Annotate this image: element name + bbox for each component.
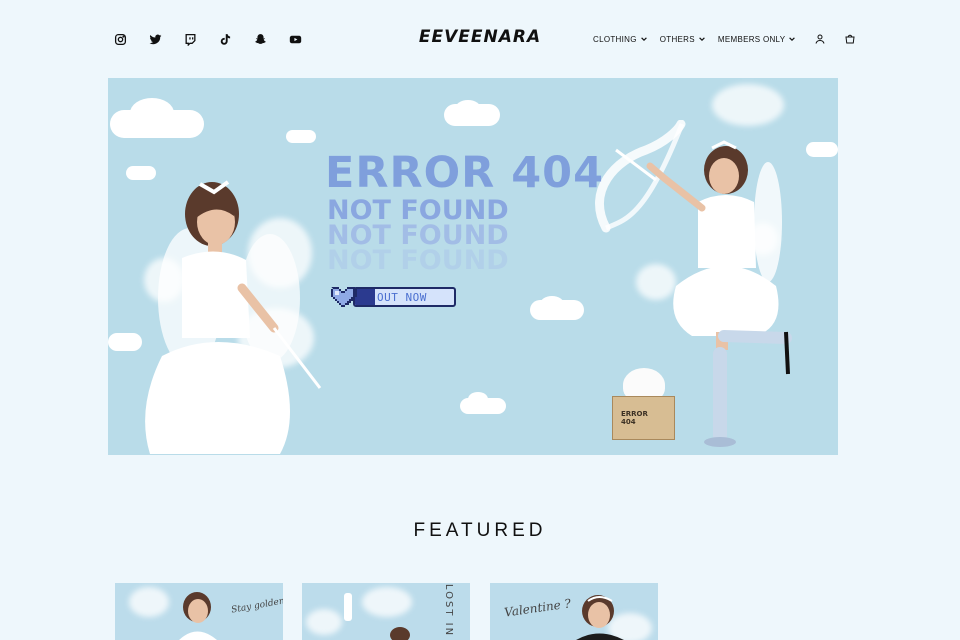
model-left-illustration [145, 180, 322, 454]
cloud-decoration [129, 587, 169, 617]
nav-members-only[interactable]: MEMBERS ONLY [718, 35, 796, 44]
cardboard-box: ERROR 404 [612, 396, 675, 440]
cloud-decoration [540, 296, 564, 312]
box-label-line-1: ERROR [621, 410, 648, 418]
nav-clothing[interactable]: CLOTHING [593, 35, 648, 44]
main-nav: CLOTHING OTHERS MEMBERS ONLY [593, 33, 868, 45]
chevron-down-icon [789, 37, 796, 42]
featured-card[interactable]: Stay golden [115, 583, 283, 640]
cta-progress-bar: OUT NOW [353, 287, 456, 307]
nav-others-label: OTHERS [659, 34, 695, 44]
model-thumbnail [344, 593, 410, 640]
cloud-decoration [286, 130, 316, 143]
card-caption: Valentine ? [503, 596, 572, 620]
model-thumbnail [576, 595, 624, 640]
cloud-decoration [306, 609, 342, 635]
box-label: ERROR 404 [621, 410, 648, 426]
box-label-line-2: 404 [621, 418, 636, 426]
out-now-button[interactable]: OUT NOW [327, 285, 457, 309]
cloud-decoration [806, 142, 838, 157]
site-header: EEVEENARA CLOTHING OTHERS MEMBERS ONLY [0, 0, 960, 78]
hero-title: ERROR 404 [325, 148, 604, 198]
nav-members-label: MEMBERS ONLY [717, 34, 786, 44]
nav-clothing-label: CLOTHING [593, 34, 637, 44]
featured-card[interactable]: LOST IN [302, 583, 470, 640]
featured-heading: FEATURED [413, 520, 547, 541]
pixel-heart-icon [331, 287, 357, 307]
cloud-decoration [468, 392, 488, 406]
card-caption: Stay golden [230, 596, 283, 616]
nav-others[interactable]: OTHERS [660, 35, 706, 44]
chevron-down-icon [699, 37, 705, 42]
cloud-decoration [712, 84, 784, 126]
account-icon[interactable] [814, 33, 826, 45]
model-thumbnail [179, 592, 217, 640]
cart-icon[interactable] [844, 33, 856, 45]
chevron-down-icon [640, 37, 647, 42]
cloud-decoration [130, 98, 174, 128]
hero-subtitle-echo-faded: NOT FOUND [327, 245, 509, 276]
card-caption: LOST IN [443, 583, 455, 638]
hero-banner[interactable]: ERROR 404 ERROR 404 NOT FOUND NOT FOUND … [108, 78, 838, 455]
cta-label: OUT NOW [377, 291, 427, 304]
featured-card[interactable]: Valentine ? [490, 583, 658, 640]
cloud-decoration [455, 100, 481, 118]
